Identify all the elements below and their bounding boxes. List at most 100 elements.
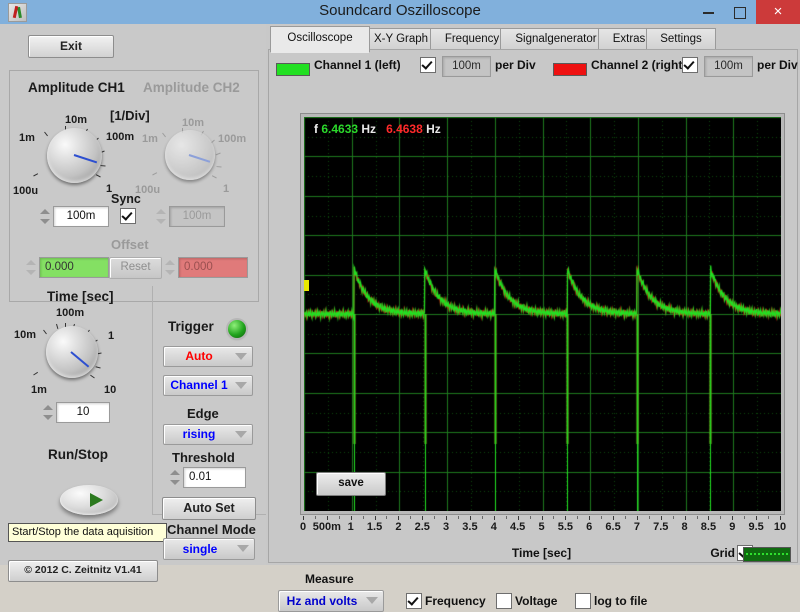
amplitude-ch2-stepper [156, 207, 167, 226]
frequency-readout: f 6.4633 Hz 6.4638 Hz [314, 122, 441, 136]
exit-button[interactable]: Exit [28, 35, 114, 58]
x-axis-tick [493, 516, 495, 520]
scope-display[interactable]: f 6.4633 Hz 6.4638 Hz save [304, 117, 781, 511]
x-axis-minor-tick [601, 516, 603, 519]
x-axis-tick-label: 9.5 [748, 521, 764, 533]
amplitude-ch1-knob[interactable] [47, 128, 102, 183]
offset-ch1-stepper [26, 258, 37, 277]
amplitude-ch1-value[interactable]: 100m [53, 206, 109, 227]
x-axis-minor-tick [720, 516, 722, 519]
channel-mode-dropdown[interactable]: single [163, 538, 255, 560]
channel2-frequency-unit: Hz [426, 122, 441, 136]
x-axis-tick-label: 5.5 [557, 521, 573, 533]
oscilloscope-tab-panel: Channel 1 (left) 100m per Div Channel 2 … [268, 49, 798, 612]
x-axis-tick [589, 516, 591, 520]
time-knob-label-1m: 1m [31, 384, 47, 396]
x-axis-tick-label: 7.5 [653, 521, 669, 533]
measure-voltage-checkbox[interactable] [496, 593, 512, 609]
x-axis-tick-label: 4 [490, 521, 497, 533]
right-panel: Oscilloscope X-Y Graph Frequency Signalg… [266, 24, 800, 612]
x-axis-minor-tick [481, 516, 483, 519]
channel2-enable-checkbox[interactable] [682, 57, 698, 73]
x-axis-tick [398, 516, 400, 520]
x-axis-minor-tick [338, 516, 340, 519]
channel1-per-div-value[interactable]: 100m [442, 56, 491, 77]
amplitude-ch2-knob[interactable] [165, 130, 215, 180]
x-axis-tick-label: 500m [312, 521, 341, 533]
offset-title: Offset [111, 237, 149, 252]
channel2-per-div-label: per Div [757, 58, 798, 72]
amplitude-ch1-title: Amplitude CH1 [28, 80, 125, 95]
close-button[interactable]: × [756, 0, 800, 24]
x-axis-tick-label: 3 [443, 521, 450, 533]
x-axis-tick [613, 516, 615, 520]
time-knob-label-10: 10 [104, 384, 117, 396]
trigger-edge-dropdown[interactable]: rising [163, 424, 253, 445]
ch1-knob-label-100m: 100m [106, 131, 135, 143]
threshold-stepper[interactable] [170, 468, 181, 487]
maximize-button[interactable] [724, 0, 756, 24]
measure-title: Measure [305, 572, 354, 586]
run-stop-button[interactable] [60, 485, 118, 515]
chevron-down-icon [237, 545, 249, 552]
measure-frequency-checkbox[interactable] [406, 593, 422, 609]
time-knob[interactable] [46, 326, 98, 378]
freq-prefix: f [314, 122, 318, 136]
time-stepper[interactable] [43, 403, 54, 422]
left-control-panel: Exit Amplitude CH1 Amplitude CH2 [1/Div]… [0, 24, 266, 582]
x-axis-tick [446, 516, 448, 520]
amplitude-ch2-title: Amplitude CH2 [143, 80, 240, 95]
x-axis-tick-label: 1.5 [366, 521, 383, 533]
offset-reset-button[interactable]: Reset [109, 257, 162, 279]
x-axis-minor-tick [624, 516, 626, 519]
minimize-button[interactable] [692, 0, 724, 24]
grid-color-swatch[interactable] [743, 547, 791, 562]
x-axis-tick-label: 5 [538, 521, 545, 533]
time-value[interactable]: 10 [56, 402, 110, 423]
ch2-knob-label-100m: 100m [218, 133, 247, 145]
x-axis-tick-label: 10 [773, 521, 787, 533]
app-window: Soundcard Oszilloscope × Exit Amplitude … [0, 0, 800, 612]
x-axis-tick [780, 516, 781, 520]
maximize-icon [734, 6, 746, 19]
window-title: Soundcard Oszilloscope [319, 2, 481, 19]
trigger-source-dropdown[interactable]: Channel 1 [163, 375, 253, 396]
x-axis-tick-label: 2 [395, 521, 402, 533]
measure-mode-dropdown[interactable]: Hz and volts [278, 590, 384, 612]
x-axis-tick [660, 516, 662, 520]
sync-checkbox[interactable] [120, 208, 136, 224]
threshold-value[interactable]: 0.01 [183, 467, 246, 488]
tab-oscilloscope[interactable]: Oscilloscope [270, 26, 370, 53]
time-knob-label-10m: 10m [14, 329, 37, 341]
save-button[interactable]: save [316, 472, 386, 496]
trigger-mode-dropdown[interactable]: Auto [163, 346, 253, 367]
x-axis-minor-tick [744, 516, 746, 519]
amplitude-ch1-stepper[interactable] [40, 207, 51, 226]
trigger-mode-value: Auto [185, 349, 213, 363]
tab-settings[interactable]: Settings [646, 28, 716, 51]
offset-ch2-stepper [165, 258, 176, 277]
x-axis-tick-label: 1 [347, 521, 354, 533]
auto-set-button[interactable]: Auto Set [162, 497, 256, 520]
x-axis-minor-tick [386, 516, 388, 519]
measure-log-to-file-label: log to file [594, 594, 648, 608]
x-axis-tick [684, 516, 686, 520]
channel1-enable-checkbox[interactable] [420, 57, 436, 73]
channel1-frequency-unit: Hz [361, 122, 377, 136]
tab-signalgenerator[interactable]: Signalgenerator [500, 28, 612, 51]
channel-mode-title: Channel Mode [167, 522, 256, 537]
measure-log-to-file-checkbox[interactable] [575, 593, 591, 609]
x-axis-minor-tick [529, 516, 531, 519]
offset-ch2-value: 0.000 [178, 257, 248, 278]
measure-mode-value: Hz and volts [286, 594, 358, 608]
x-axis-tick-label: 4.5 [509, 521, 526, 533]
copyright-button[interactable]: © 2012 C. Zeitnitz V1.41 [8, 560, 158, 582]
channel2-per-div-value[interactable]: 100m [704, 56, 753, 77]
x-axis-minor-tick [314, 516, 316, 519]
x-axis-minor-tick [505, 516, 507, 519]
sync-label: Sync [111, 192, 141, 206]
trigger-level-marker[interactable] [304, 280, 309, 291]
x-axis-minor-tick [434, 516, 436, 519]
channel2-label: Channel 2 (right) [591, 58, 687, 72]
time-knob-label-1: 1 [108, 330, 115, 342]
